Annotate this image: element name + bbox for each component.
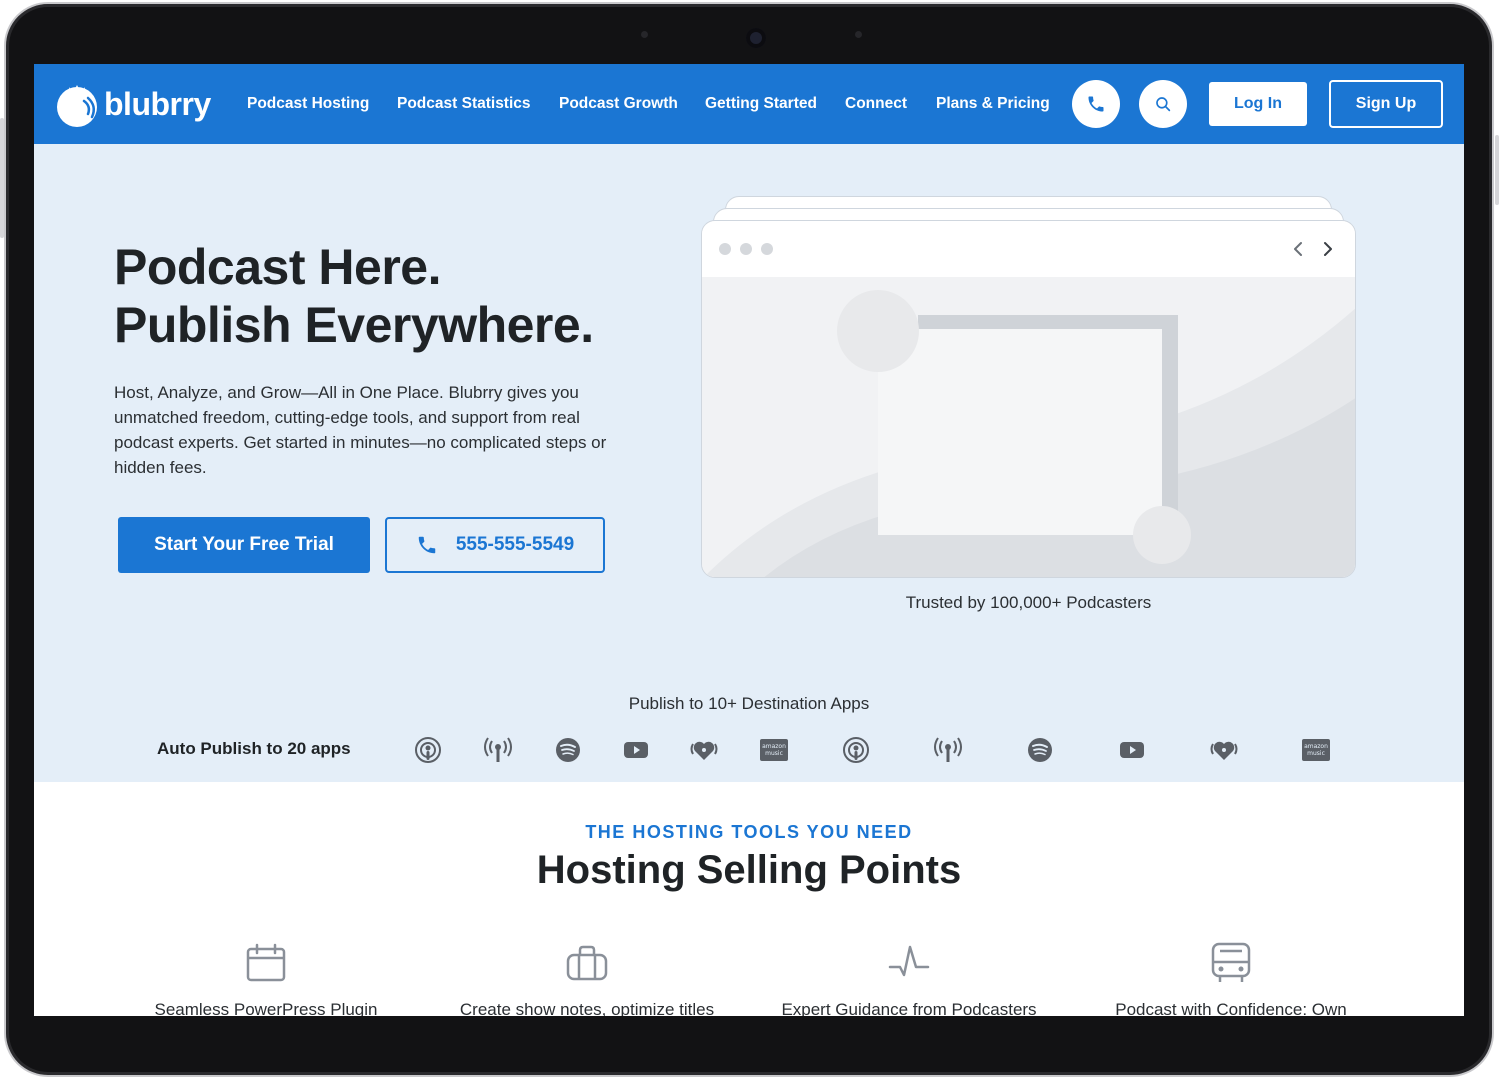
- sensor-dot: [855, 31, 862, 38]
- apple-podcasts-icon: [412, 734, 444, 766]
- hero-title-line-1: Podcast Here.: [114, 239, 441, 295]
- hero-description: Host, Analyze, and Grow—All in One Place…: [114, 383, 607, 477]
- section-title: Hosting Selling Points: [536, 848, 962, 892]
- blubrry-logo[interactable]: blubrry: [52, 79, 211, 129]
- nav-podcast-statistics[interactable]: Podcast Statistics: [397, 95, 531, 113]
- svg-text:amazon: amazon: [762, 743, 786, 750]
- front-camera: [746, 28, 766, 48]
- feature-text: Podcast with Confidence: Own: [1115, 1000, 1347, 1016]
- trusted-text: Trusted by 100,000+ Podcasters: [905, 593, 1152, 612]
- site-header: blubrry Podcast Hosting Podcast Statisti…: [34, 64, 1464, 144]
- feature-item: Expert Guidance from Podcasters: [749, 940, 1069, 1016]
- apple-podcasts-icon: [840, 734, 872, 766]
- amazon-music-icon: amazon music: [758, 734, 790, 766]
- nav-podcast-hosting[interactable]: Podcast Hosting: [247, 95, 369, 113]
- svg-text:amazon: amazon: [1304, 743, 1328, 750]
- feature-text: Create show notes, optimize titles: [459, 1000, 715, 1016]
- browser-mockup: [701, 220, 1356, 578]
- feature-item: Create show notes, optimize titles: [427, 940, 747, 1016]
- side-button: [0, 118, 4, 238]
- bus-icon: [1071, 940, 1391, 986]
- browser-viewport: blubrry Podcast Hosting Podcast Statisti…: [34, 64, 1464, 1016]
- phone-number: 555-555-5549: [455, 534, 575, 555]
- search-icon: [1156, 97, 1171, 112]
- feature-text: Seamless PowerPress Plugin: [154, 1000, 378, 1016]
- window-dot-icon: [761, 243, 773, 255]
- hero-title-line-2: Publish Everywhere.: [114, 297, 594, 353]
- podcast-antenna-icon: [482, 734, 514, 766]
- nav-plans-pricing[interactable]: Plans & Pricing: [936, 95, 1050, 113]
- activity-icon: [749, 940, 1069, 986]
- chevron-left-icon[interactable]: [1292, 241, 1306, 257]
- calendar-icon: [106, 940, 426, 986]
- nav-connect[interactable]: Connect: [845, 95, 907, 113]
- window-dot-icon: [719, 243, 731, 255]
- youtube-icon: [620, 734, 652, 766]
- browser-toolbar: [702, 221, 1355, 277]
- section-eyebrow: THE HOSTING TOOLS YOU NEED: [585, 822, 913, 842]
- spotify-icon: [1024, 734, 1056, 766]
- window-dot-icon: [740, 243, 752, 255]
- login-button[interactable]: Log In: [1209, 82, 1307, 126]
- svg-text:music: music: [1307, 750, 1325, 757]
- hero-section: Podcast Here. Publish Everywhere. Host, …: [34, 144, 1464, 782]
- chevron-right-icon[interactable]: [1320, 241, 1334, 257]
- phone-icon: [418, 536, 436, 554]
- side-button: [1495, 135, 1499, 205]
- image-placeholder: [702, 277, 1355, 577]
- blueberry-logo-icon: [52, 79, 102, 129]
- sensor-dot: [641, 31, 648, 38]
- youtube-icon: [1116, 734, 1148, 766]
- signup-button[interactable]: Sign Up: [1329, 80, 1443, 128]
- publish-heading: Publish to 10+ Destination Apps: [628, 694, 870, 713]
- spotify-icon: [552, 734, 584, 766]
- call-phone-button[interactable]: 555-555-5549: [385, 517, 605, 573]
- feature-item: Podcast with Confidence: Own: [1071, 940, 1391, 1016]
- iheart-icon: [688, 734, 720, 766]
- screenshot-carousel: [701, 196, 1356, 578]
- phone-icon: [1088, 96, 1104, 112]
- auto-publish-label: Auto Publish to 20 apps: [157, 739, 351, 758]
- svg-text:music: music: [765, 750, 783, 757]
- nav-podcast-growth[interactable]: Podcast Growth: [559, 95, 678, 113]
- amazon-music-icon: amazon music: [1300, 734, 1332, 766]
- feature-item: Seamless PowerPress Plugin: [106, 940, 426, 1016]
- podcast-antenna-icon: [932, 734, 964, 766]
- hero-title: Podcast Here. Publish Everywhere.: [114, 238, 594, 354]
- briefcase-icon: [427, 940, 747, 986]
- search-button[interactable]: [1139, 80, 1187, 128]
- logo-wordmark: blubrry: [104, 85, 211, 122]
- phone-button[interactable]: [1072, 80, 1120, 128]
- iheart-icon: [1208, 734, 1240, 766]
- start-free-trial-button[interactable]: Start Your Free Trial: [118, 517, 370, 573]
- nav-getting-started[interactable]: Getting Started: [705, 95, 817, 113]
- feature-text: Expert Guidance from Podcasters: [781, 1000, 1037, 1016]
